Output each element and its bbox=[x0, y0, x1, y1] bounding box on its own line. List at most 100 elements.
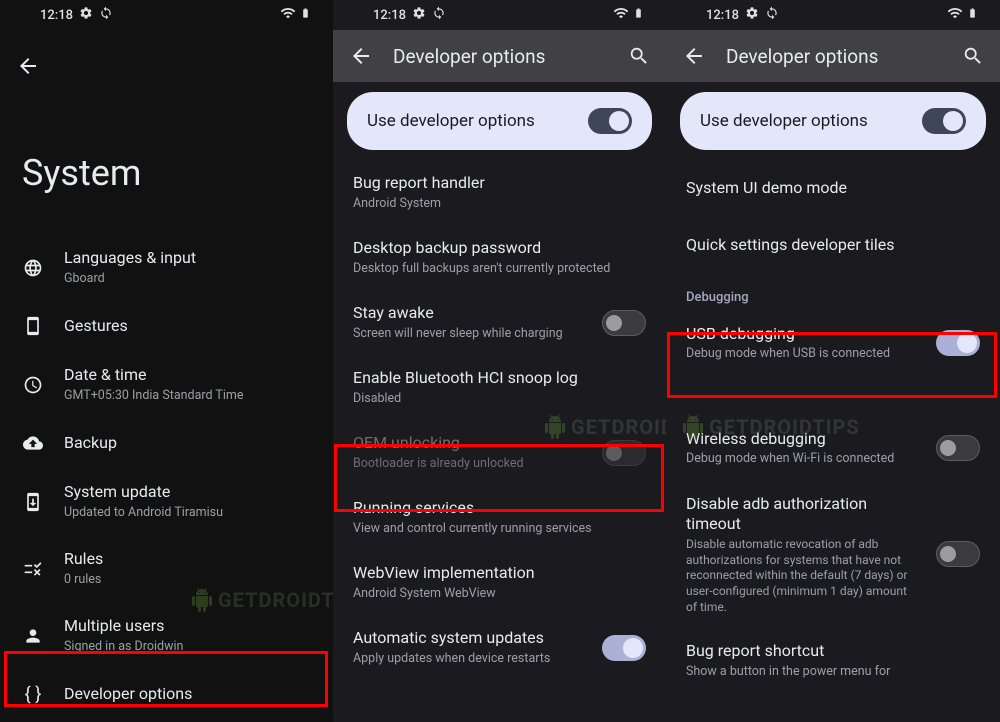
toggle-switch-off[interactable] bbox=[936, 435, 980, 461]
item-gestures[interactable]: Gestures bbox=[0, 301, 333, 351]
use-dev-options-toggle[interactable]: Use developer options bbox=[347, 92, 652, 150]
panel-system: 12:18 System Languages & input Gboard Ge… bbox=[0, 0, 333, 722]
settings-list: Languages & input Gboard Gestures Date &… bbox=[0, 234, 333, 722]
item-webview[interactable]: WebView implementation Android System We… bbox=[333, 550, 666, 615]
item-subtitle: 0 rules bbox=[64, 572, 311, 588]
header bbox=[0, 30, 333, 92]
back-arrow-icon[interactable] bbox=[682, 44, 706, 68]
wifi-icon bbox=[613, 5, 629, 25]
battery-icon bbox=[967, 5, 978, 25]
globe-icon bbox=[22, 257, 44, 279]
search-icon[interactable] bbox=[962, 45, 984, 67]
item-desktop-backup[interactable]: Desktop backup password Desktop full bac… bbox=[333, 225, 666, 290]
header: Developer options bbox=[666, 30, 1000, 82]
item-title: System UI demo mode bbox=[686, 178, 980, 199]
toggle-switch-on[interactable] bbox=[602, 635, 646, 661]
item-subtitle: Show a button in the power menu for bbox=[686, 664, 980, 680]
item-disable-adb-timeout[interactable]: Disable adb authorization timeout Disabl… bbox=[666, 481, 1000, 629]
item-title: System update bbox=[64, 482, 311, 503]
back-arrow-icon[interactable] bbox=[16, 54, 40, 78]
item-subtitle: Screen will never sleep while charging bbox=[353, 326, 582, 342]
item-title: Desktop backup password bbox=[353, 238, 646, 259]
item-bug-report-handler[interactable]: Bug report handler Android System bbox=[333, 160, 666, 225]
item-multiple-users[interactable]: Multiple users Signed in as Droidwin bbox=[0, 602, 333, 669]
item-datetime[interactable]: Date & time GMT+05:30 India Standard Tim… bbox=[0, 351, 333, 418]
panel-dev-options-1: 12:18 Developer options Use developer op… bbox=[333, 0, 666, 722]
item-stay-awake[interactable]: Stay awake Screen will never sleep while… bbox=[333, 290, 666, 355]
item-title: Rules bbox=[64, 549, 311, 570]
status-time: 12:18 bbox=[373, 8, 406, 23]
item-title: USB debugging bbox=[686, 324, 916, 345]
item-running-services[interactable]: Running services View and control curren… bbox=[333, 485, 666, 550]
item-title: Backup bbox=[64, 433, 311, 454]
item-title: Bug report handler bbox=[353, 173, 646, 194]
wifi-icon bbox=[280, 5, 296, 25]
item-bug-report-shortcut[interactable]: Bug report shortcut Show a button in the… bbox=[666, 628, 1000, 693]
item-usb-debugging[interactable]: USB debugging Debug mode when USB is con… bbox=[666, 311, 1000, 376]
item-title: Wireless debugging bbox=[686, 429, 916, 450]
code-braces-icon: { } bbox=[22, 683, 44, 705]
toggle-switch-off bbox=[602, 440, 646, 466]
wifi-icon bbox=[947, 5, 963, 25]
item-auto-system-updates[interactable]: Automatic system updates Apply updates w… bbox=[333, 615, 666, 680]
item-title: Languages & input bbox=[64, 248, 311, 269]
item-bluetooth-hci[interactable]: Enable Bluetooth HCI snoop log Disabled bbox=[333, 355, 666, 420]
item-title: Gestures bbox=[64, 316, 311, 337]
rules-icon bbox=[22, 558, 44, 580]
item-title: Quick settings developer tiles bbox=[686, 235, 980, 256]
pill-title: Use developer options bbox=[700, 111, 922, 131]
use-dev-options-toggle[interactable]: Use developer options bbox=[680, 92, 986, 150]
item-title: Automatic system updates bbox=[353, 628, 582, 649]
status-bar: 12:18 bbox=[0, 0, 333, 30]
item-title: Stay awake bbox=[353, 303, 582, 324]
search-icon[interactable] bbox=[628, 45, 650, 67]
item-title: Developer options bbox=[64, 684, 311, 705]
item-wireless-debugging[interactable]: Wireless debugging Debug mode when Wi-Fi… bbox=[666, 416, 1000, 481]
dev-options-list: Bug report handler Android System Deskto… bbox=[333, 160, 666, 722]
status-time: 12:18 bbox=[40, 8, 73, 23]
item-languages[interactable]: Languages & input Gboard bbox=[0, 234, 333, 301]
page-title: System bbox=[0, 92, 333, 234]
item-title: Running services bbox=[353, 498, 646, 519]
item-title: OEM unlocking bbox=[353, 433, 582, 454]
status-bar: 12:18 bbox=[333, 0, 666, 30]
battery-icon bbox=[633, 5, 644, 25]
sync-icon bbox=[99, 6, 113, 24]
item-backup[interactable]: Backup bbox=[0, 418, 333, 468]
item-developer-options[interactable]: { } Developer options bbox=[0, 669, 333, 719]
pill-title: Use developer options bbox=[367, 111, 588, 131]
section-debugging: Debugging bbox=[666, 274, 1000, 311]
item-subtitle: Updated to Android Tiramisu bbox=[64, 505, 311, 521]
item-subtitle: Android System WebView bbox=[353, 586, 646, 602]
item-title: Date & time bbox=[64, 365, 311, 386]
item-title: Disable adb authorization timeout bbox=[686, 494, 916, 536]
toggle-switch-off[interactable] bbox=[936, 541, 980, 567]
status-bar: 12:18 bbox=[666, 0, 1000, 30]
toggle-switch-on[interactable] bbox=[936, 330, 980, 356]
gear-icon bbox=[79, 6, 93, 24]
item-rules[interactable]: Rules 0 rules bbox=[0, 535, 333, 602]
item-quick-settings-tiles[interactable]: Quick settings developer tiles bbox=[666, 217, 1000, 274]
item-subtitle: Signed in as Droidwin bbox=[64, 639, 311, 655]
item-subtitle: Apply updates when device restarts bbox=[353, 651, 582, 667]
item-oem-unlocking[interactable]: OEM unlocking Bootloader is already unlo… bbox=[333, 420, 666, 485]
cloud-upload-icon bbox=[22, 432, 44, 454]
gestures-icon bbox=[22, 315, 44, 337]
header-title: Developer options bbox=[393, 45, 608, 68]
person-icon bbox=[22, 625, 44, 647]
item-subtitle: Bootloader is already unlocked bbox=[353, 456, 582, 472]
sync-icon bbox=[432, 6, 446, 24]
item-subtitle: Disabled bbox=[353, 391, 646, 407]
system-update-icon bbox=[22, 491, 44, 513]
battery-icon bbox=[300, 5, 311, 25]
item-subtitle: GMT+05:30 India Standard Time bbox=[64, 388, 311, 404]
item-subtitle: Gboard bbox=[64, 271, 311, 287]
panel-dev-options-2: 12:18 Developer options Use developer op… bbox=[666, 0, 1000, 722]
back-arrow-icon[interactable] bbox=[349, 44, 373, 68]
toggle-switch-on[interactable] bbox=[588, 108, 632, 134]
item-system-update[interactable]: System update Updated to Android Tiramis… bbox=[0, 468, 333, 535]
item-system-ui-demo[interactable]: System UI demo mode bbox=[666, 160, 1000, 217]
item-subtitle: Debug mode when Wi-Fi is connected bbox=[686, 451, 916, 467]
toggle-switch-on[interactable] bbox=[922, 108, 966, 134]
toggle-switch-off[interactable] bbox=[602, 310, 646, 336]
